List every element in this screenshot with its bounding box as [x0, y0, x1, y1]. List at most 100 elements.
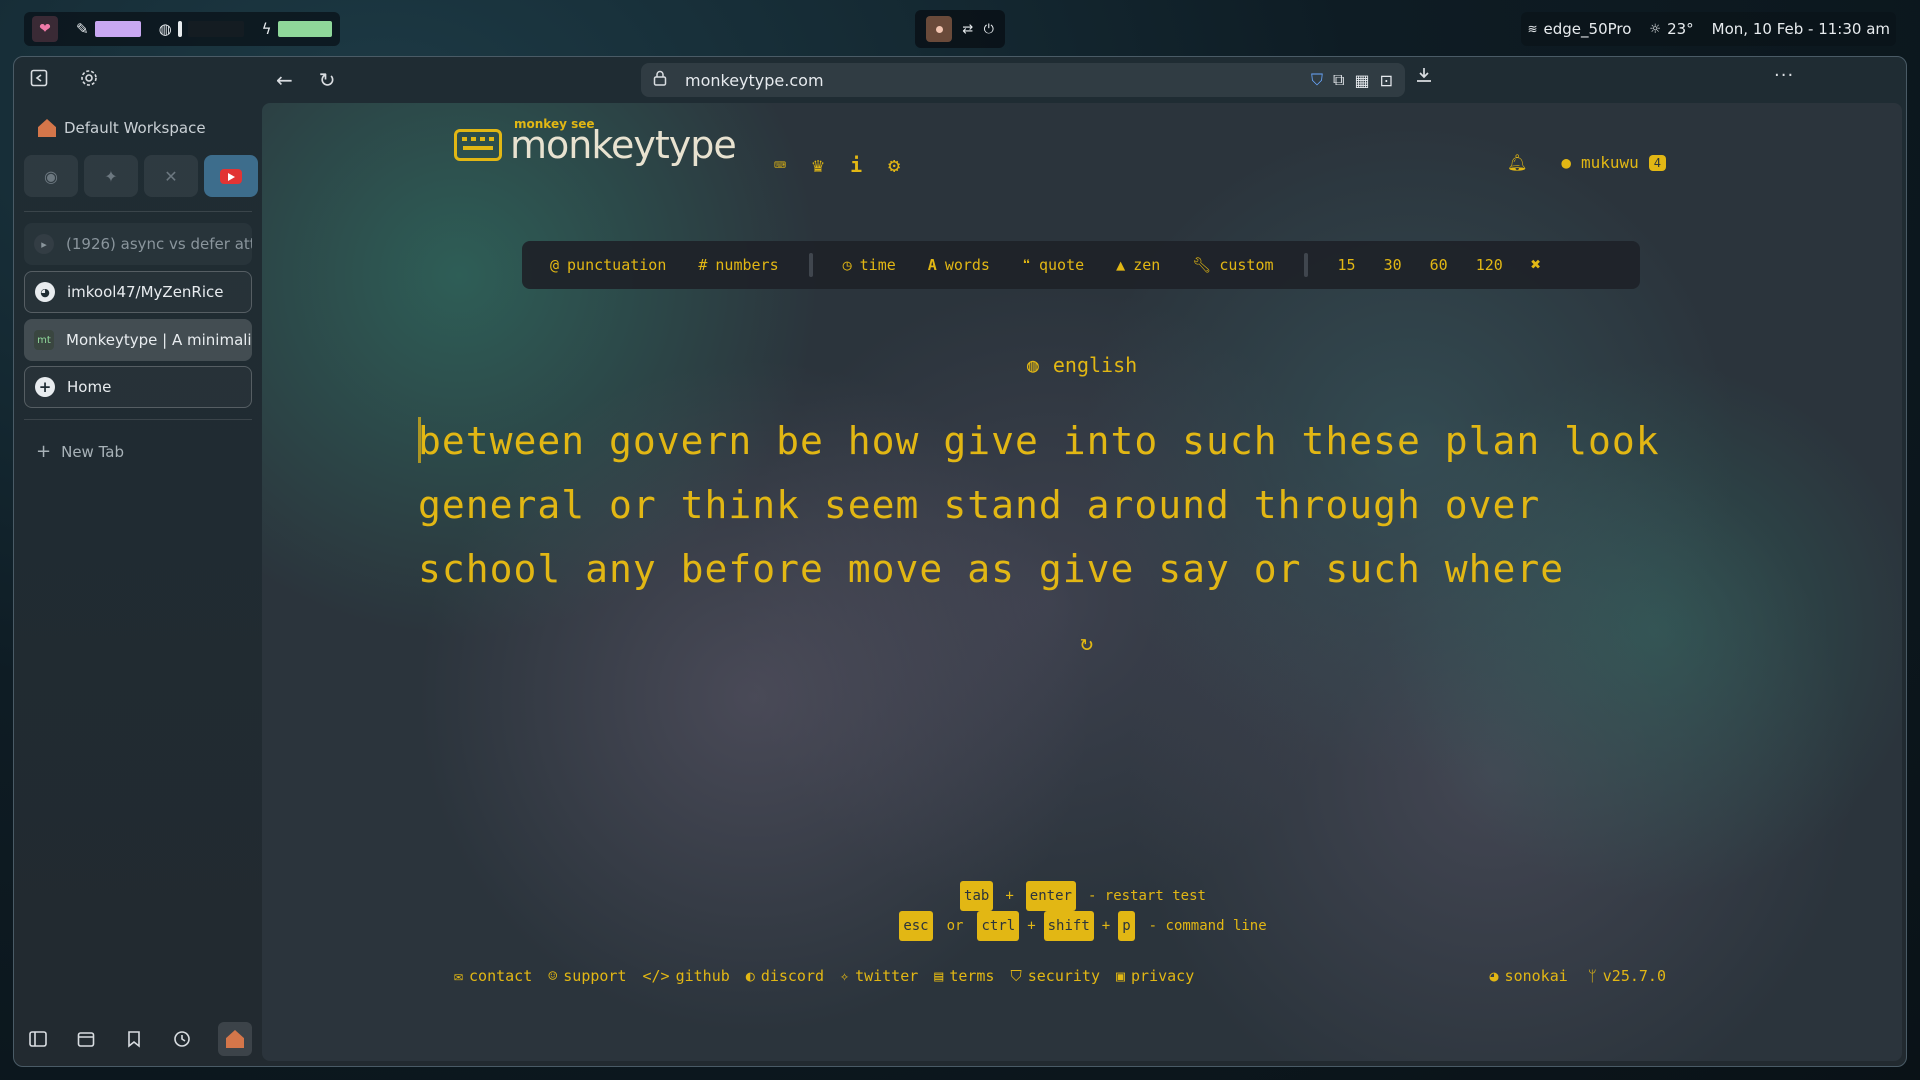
translate-icon[interactable]: ⧉	[1333, 70, 1344, 90]
new-tab-button[interactable]: + New Tab	[36, 441, 124, 462]
shield-icon: ⛉	[1010, 967, 1022, 985]
record-icon[interactable]	[926, 16, 953, 42]
crown-icon[interactable]: ♛	[812, 153, 824, 177]
duration-120[interactable]: 120	[1476, 256, 1503, 274]
footer-link-discord[interactable]: ◐ discord	[746, 967, 824, 985]
sidebar-tab-home[interactable]: + Home	[24, 366, 252, 408]
sidebar-tab-github[interactable]: ◕ imkool47/MyZenRice	[24, 271, 252, 313]
duration-60[interactable]: 60	[1430, 256, 1448, 274]
duration-30[interactable]: 30	[1384, 256, 1402, 274]
settings-icon[interactable]: ⚙	[888, 153, 900, 177]
punctuation-toggle[interactable]: @ punctuation	[550, 256, 666, 274]
envelope-icon: ✉	[454, 967, 464, 985]
pinned-tab-youtube[interactable]	[204, 155, 258, 197]
footer-link-support[interactable]: ☺ support	[548, 967, 626, 985]
version-button[interactable]: ᛘ v25.7.0	[1588, 967, 1666, 985]
account-area: 🔔︎ ● mukuwu 4	[1507, 153, 1666, 172]
clock[interactable]: Mon, 10 Feb - 11:30 am	[1712, 20, 1890, 38]
mode-label: time	[859, 256, 896, 274]
restart-test-icon[interactable]: ↻	[1080, 631, 1093, 656]
house-icon	[38, 119, 56, 137]
duration-15[interactable]: 15	[1338, 256, 1356, 274]
footer-meta: ◕ sonokai ᛘ v25.7.0	[1490, 967, 1666, 985]
address-bar-actions: ⛉ ⧉ ▦ ⊡	[1311, 70, 1393, 90]
numbers-toggle[interactable]: # numbers	[698, 256, 778, 274]
link-label: support	[563, 967, 627, 985]
monkeytype-nav: ⌨ ♛ i ⚙	[774, 153, 900, 177]
keyboard-icon[interactable]: ⌨	[774, 153, 786, 177]
bolt-bar	[277, 21, 332, 37]
url-text[interactable]: monkeytype.com	[685, 71, 824, 90]
mode-words[interactable]: A words	[928, 256, 990, 274]
link-label: terms	[949, 967, 995, 985]
document-icon: ▤	[934, 967, 944, 985]
pinned-tab-1[interactable]: ◉	[24, 155, 78, 197]
footer-link-twitter[interactable]: ✧ twitter	[840, 967, 918, 985]
back-arrow-icon[interactable]: ←	[276, 68, 293, 92]
custom-duration-tools-icon[interactable]: ✖	[1531, 255, 1541, 275]
mode-zen[interactable]: ▲ zen	[1116, 256, 1160, 274]
address-bar[interactable]: monkeytype.com ⛉ ⧉ ▦ ⊡	[641, 63, 1405, 97]
level-badge: 4	[1648, 154, 1666, 171]
footer-link-terms[interactable]: ▤ terms	[934, 967, 994, 985]
shield-icon[interactable]: ⛉	[1311, 70, 1323, 90]
pencil-bar	[94, 21, 141, 37]
key-esc: esc	[899, 911, 933, 941]
footer-link-security[interactable]: ⛉ security	[1010, 967, 1100, 985]
network-status[interactable]: ≋ edge_50Pro	[1527, 20, 1631, 38]
footer-link-contact[interactable]: ✉ contact	[454, 967, 532, 985]
sidebar-tab-async-defer[interactable]: ▸ (1926) async vs defer attri	[24, 223, 252, 265]
hint-plus: +	[1101, 918, 1111, 934]
logo-title: monkeytype	[510, 123, 737, 167]
more-menu-icon[interactable]: ···	[1774, 65, 1794, 86]
heart-icon[interactable]: ❤	[32, 16, 58, 42]
extensions-grid-icon[interactable]: ▦	[1354, 71, 1369, 90]
words-line: between govern be how give into such the…	[418, 409, 1718, 473]
collapse-sidebar-icon[interactable]	[28, 67, 50, 89]
history-icon[interactable]	[170, 1027, 194, 1051]
download-icon[interactable]	[1414, 65, 1434, 89]
reload-icon[interactable]: ↻	[319, 68, 336, 92]
code-icon: </>	[642, 967, 670, 985]
info-icon[interactable]: i	[850, 153, 862, 177]
quote-icon: ❝	[1021, 256, 1031, 274]
mode-custom[interactable]: 🔧︎ custom	[1192, 256, 1273, 274]
sidebar-toggle-icon[interactable]	[26, 1027, 50, 1051]
mode-quote[interactable]: ❝ quote	[1022, 256, 1084, 274]
notification-bell-icon[interactable]: 🔔︎	[1507, 153, 1527, 172]
sidebar-tab-monkeytype[interactable]: mt Monkeytype | A minimalis	[24, 319, 252, 361]
pinned-tab-3[interactable]: ✕	[144, 155, 198, 197]
sidebar-bottom-bar	[26, 1022, 252, 1056]
plus-icon: +	[36, 441, 52, 462]
pencil-indicator[interactable]: ✎	[76, 20, 141, 38]
logo-subtitle: monkey see	[514, 117, 595, 131]
calendar-icon[interactable]	[74, 1027, 98, 1051]
pinned-tab-2[interactable]: ✦	[84, 155, 138, 197]
new-tab-label: New Tab	[61, 442, 124, 461]
theme-button[interactable]: ◕ sonokai	[1490, 967, 1568, 985]
bookmark-add-icon[interactable]: ⊡	[1380, 71, 1393, 90]
pinned-tabs: ◉ ✦ ✕	[24, 155, 258, 197]
globe-indicator[interactable]: ◍	[159, 20, 244, 38]
swap-icon[interactable]: ⇄	[962, 22, 973, 37]
mode-label: quote	[1039, 256, 1085, 274]
monkeytype-logo[interactable]: monkey see monkeytype	[454, 117, 737, 167]
footer-link-github[interactable]: </> github	[643, 967, 730, 985]
mode-time[interactable]: ◷ time	[843, 256, 896, 274]
typing-words-area[interactable]: between govern be how give into such the…	[418, 409, 1718, 601]
workspace-switcher[interactable]	[218, 1022, 252, 1056]
bolt-indicator[interactable]: ϟ	[262, 20, 332, 38]
config-modes: ◷ time A words ❝ quote ▲ zen 🔧︎ custom	[843, 256, 1274, 274]
bookmarks-icon[interactable]	[122, 1027, 146, 1051]
workspace-label[interactable]: Default Workspace	[38, 119, 206, 137]
hint-or: or	[946, 918, 964, 934]
power-icon[interactable]: ⏻	[984, 22, 994, 37]
user-account-button[interactable]: ● mukuwu 4	[1561, 153, 1666, 172]
weather-status[interactable]: ☼ 23°	[1649, 20, 1693, 38]
language-selector[interactable]: ◍ english	[262, 353, 1902, 377]
tab-title: imkool47/MyZenRice	[67, 283, 224, 301]
settings-gear-icon[interactable]	[78, 67, 100, 89]
footer-link-privacy[interactable]: ▣ privacy	[1116, 967, 1194, 985]
command-hint: esc or ctrl + shift + p - command line	[262, 911, 1902, 941]
key-tab: tab	[960, 881, 994, 911]
